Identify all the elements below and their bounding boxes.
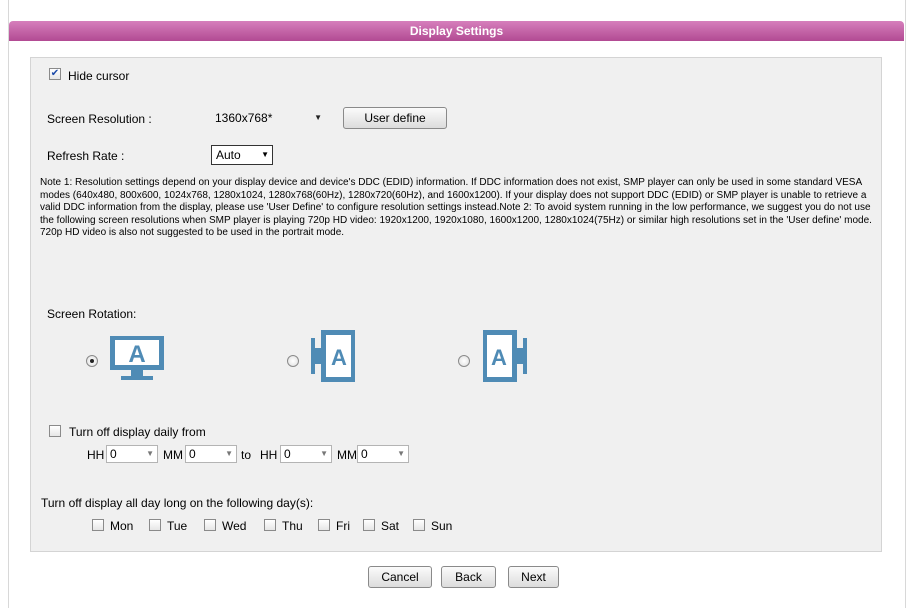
next-button[interactable]: Next xyxy=(508,566,559,588)
chevron-down-icon: ▼ xyxy=(320,449,328,458)
to-mm-label: MM xyxy=(337,448,357,462)
to-hour-value: 0 xyxy=(284,447,291,461)
chevron-down-icon: ▼ xyxy=(314,113,322,122)
day-label-fri: Fri xyxy=(336,519,350,533)
day-checkbox-tue[interactable] xyxy=(149,519,161,531)
to-minute-select[interactable]: 0 ▼ xyxy=(357,445,409,463)
day-label-sun: Sun xyxy=(431,519,453,533)
cancel-button[interactable]: Cancel xyxy=(368,566,432,588)
svg-text:A: A xyxy=(128,341,145,368)
resolution-value: 1360x768* xyxy=(215,111,273,125)
page-title: Display Settings xyxy=(9,21,904,41)
chevron-down-icon: ▼ xyxy=(261,150,269,159)
landscape-monitor-icon: A xyxy=(110,336,164,380)
user-define-button[interactable]: User define xyxy=(343,107,447,129)
settings-panel xyxy=(30,57,882,552)
daily-off-label: Turn off display daily from xyxy=(69,425,206,439)
chevron-down-icon: ▼ xyxy=(225,449,233,458)
day-checkbox-wed[interactable] xyxy=(204,519,216,531)
to-hour-select[interactable]: 0 ▼ xyxy=(280,445,332,463)
day-label-tue: Tue xyxy=(167,519,188,533)
from-hour-value: 0 xyxy=(110,447,117,461)
resolution-select[interactable]: 1360x768* ▼ xyxy=(211,109,325,129)
days-off-label: Turn off display all day long on the fol… xyxy=(41,496,314,510)
svg-text:A: A xyxy=(331,345,347,370)
portrait-right-monitor-icon: A xyxy=(483,330,527,382)
day-checkbox-thu[interactable] xyxy=(264,519,276,531)
day-label-sat: Sat xyxy=(381,519,400,533)
chevron-down-icon: ▼ xyxy=(397,449,405,458)
to-label: to xyxy=(241,448,252,462)
refresh-rate-select[interactable]: Auto ▼ xyxy=(211,145,273,165)
resolution-note: Note 1: Resolution settings depend on yo… xyxy=(40,177,872,239)
svg-text:A: A xyxy=(491,345,507,370)
from-hour-select[interactable]: 0 ▼ xyxy=(106,445,158,463)
hide-cursor-label: Hide cursor xyxy=(68,69,130,83)
refresh-rate-label: Refresh Rate : xyxy=(47,149,125,163)
from-minute-value: 0 xyxy=(189,447,196,461)
rotation-portrait-right-radio[interactable] xyxy=(458,355,470,367)
back-button[interactable]: Back xyxy=(441,566,496,588)
to-minute-value: 0 xyxy=(361,447,368,461)
from-mm-label: MM xyxy=(163,448,183,462)
from-hh-label: HH xyxy=(87,448,105,462)
rotation-portrait-left-radio[interactable] xyxy=(287,355,299,367)
day-checkbox-sat[interactable] xyxy=(363,519,375,531)
day-label-thu: Thu xyxy=(282,519,303,533)
from-minute-select[interactable]: 0 ▼ xyxy=(185,445,237,463)
day-checkbox-fri[interactable] xyxy=(318,519,330,531)
chevron-down-icon: ▼ xyxy=(146,449,154,458)
rotation-landscape-radio[interactable] xyxy=(86,355,98,367)
to-hh-label: HH xyxy=(260,448,278,462)
day-label-wed: Wed xyxy=(222,519,247,533)
day-checkbox-sun[interactable] xyxy=(413,519,425,531)
screen-resolution-label: Screen Resolution : xyxy=(47,112,152,126)
daily-off-checkbox[interactable] xyxy=(49,425,61,437)
day-label-mon: Mon xyxy=(110,519,134,533)
refresh-rate-value: Auto xyxy=(216,148,241,162)
hide-cursor-checkbox[interactable]: ✔ xyxy=(49,68,61,80)
portrait-left-monitor-icon: A xyxy=(311,330,355,382)
day-checkbox-mon[interactable] xyxy=(92,519,104,531)
screen-rotation-label: Screen Rotation: xyxy=(47,307,137,321)
